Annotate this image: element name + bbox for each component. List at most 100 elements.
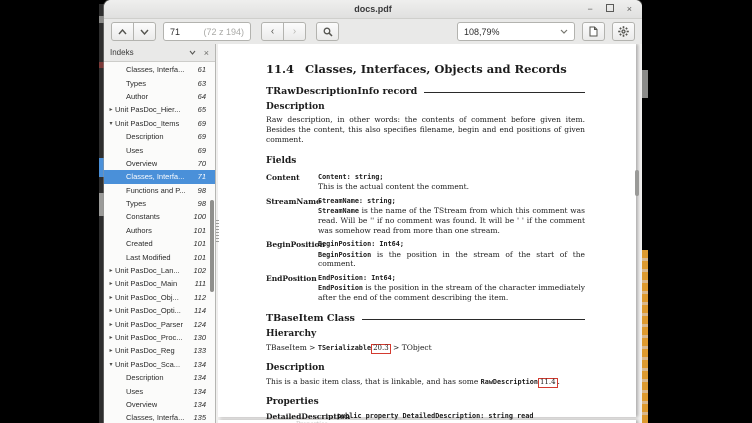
- sidebar-item-page: 135: [193, 413, 215, 422]
- record-title: TRawDescriptionInfo record: [266, 86, 417, 98]
- previous-page-button[interactable]: [111, 22, 134, 41]
- hierarchy-heading: Hierarchy: [266, 329, 585, 341]
- expander-collapsed-icon[interactable]: ▸: [107, 294, 115, 301]
- sidebar-item[interactable]: ▸Unit PasDoc_Opti...114: [104, 304, 215, 317]
- document-scrollbar-thumb[interactable]: [635, 170, 639, 196]
- inline-code: StreamName: [318, 207, 359, 215]
- sidebar-item-label: Classes, Interfa...: [126, 172, 184, 181]
- sidebar-item[interactable]: Types98: [104, 197, 215, 210]
- sidebar-item-label: Unit PasDoc_Obj...: [115, 293, 179, 302]
- sidebar-item-page: 124: [193, 320, 215, 329]
- history-back-button[interactable]: ‹: [261, 22, 284, 41]
- sidebar-item-page: 69: [198, 132, 215, 141]
- sidebar-item[interactable]: Uses69: [104, 143, 215, 156]
- field-name: Content: [266, 173, 318, 192]
- expander-expanded-icon[interactable]: ▾: [107, 120, 115, 127]
- zoom-level-select[interactable]: 108,79%: [457, 22, 575, 41]
- fields-table: Content Content: string; This is the act…: [266, 173, 585, 303]
- search-icon: [323, 27, 333, 37]
- sidebar-item[interactable]: ▸Unit PasDoc_Obj...112: [104, 291, 215, 304]
- expander-collapsed-icon[interactable]: ▸: [107, 106, 115, 113]
- history-forward-button[interactable]: ›: [283, 22, 306, 41]
- sidebar-mode-label[interactable]: Indeks: [110, 48, 134, 57]
- document-view[interactable]: 11.4 Classes, Interfaces, Objects and Re…: [216, 44, 642, 423]
- sidebar-item-label: Types: [126, 199, 146, 208]
- window-body: Indeks × Classes, Interfa...61Types63Aut…: [104, 44, 642, 423]
- expander-collapsed-icon[interactable]: ▸: [107, 307, 115, 314]
- expander-collapsed-icon[interactable]: ▸: [107, 321, 115, 328]
- field-signature: StreamName: string;: [318, 197, 585, 205]
- sidebar-item[interactable]: Description134: [104, 371, 215, 384]
- sidebar-item[interactable]: ▾Unit PasDoc_Items69: [104, 117, 215, 130]
- menu-button[interactable]: [612, 22, 635, 41]
- toolbar: (72 z 194) ‹ › 108,79%: [104, 19, 642, 45]
- sidebar-item[interactable]: Overview70: [104, 157, 215, 170]
- sidebar-item[interactable]: Last Modified101: [104, 250, 215, 263]
- sidebar-item[interactable]: ▾Unit PasDoc_Sca...134: [104, 358, 215, 371]
- sidebar-item[interactable]: Created101: [104, 237, 215, 250]
- next-page-button[interactable]: [133, 22, 156, 41]
- page-number-entry[interactable]: (72 z 194): [163, 22, 251, 41]
- pane-splitter-handle[interactable]: [216, 220, 219, 244]
- sidebar-close-button[interactable]: ×: [204, 48, 209, 58]
- expander-collapsed-icon[interactable]: ▸: [107, 334, 115, 341]
- titlebar[interactable]: docs.pdf − ×: [104, 0, 642, 19]
- page-number-input[interactable]: [170, 27, 190, 37]
- sidebar-item-label: Unit PasDoc_Parser: [115, 320, 183, 329]
- sidebar-item-page: 71: [198, 172, 215, 181]
- section-link[interactable]: 20.3: [371, 344, 391, 353]
- sidebar-item[interactable]: Classes, Interfa... 71: [104, 170, 215, 183]
- sidebar-item[interactable]: ▸Unit PasDoc_Hier...65: [104, 103, 215, 116]
- sidebar-item-label: Unit PasDoc_Lan...: [115, 266, 180, 275]
- field-name: EndPosition: [266, 274, 318, 303]
- sidebar-item[interactable]: Classes, Interfa...61: [104, 63, 215, 76]
- sidebar-scrollbar-thumb[interactable]: [210, 200, 214, 292]
- sidebar-item[interactable]: Types63: [104, 76, 215, 89]
- properties-heading: Properties: [266, 397, 585, 409]
- field-desc-text: is the name of the TStream from which th…: [318, 206, 585, 234]
- page-count-hint: (72 z 194): [203, 27, 244, 37]
- sidebar-item[interactable]: Constants100: [104, 210, 215, 223]
- sidebar-item[interactable]: Authors101: [104, 224, 215, 237]
- inline-code: RawDescription: [481, 378, 538, 386]
- expander-collapsed-icon[interactable]: ▸: [107, 267, 115, 274]
- maximize-button[interactable]: [606, 4, 614, 14]
- sidebar-item-label: Author: [126, 92, 148, 101]
- close-button[interactable]: ×: [627, 5, 632, 14]
- sidebar-item[interactable]: Uses134: [104, 384, 215, 397]
- sidebar-item[interactable]: ▸Unit PasDoc_Proc...130: [104, 331, 215, 344]
- minimize-button[interactable]: −: [587, 5, 592, 14]
- sidebar-item[interactable]: ▸Unit PasDoc_Reg133: [104, 344, 215, 357]
- section-title: Classes, Interfaces, Objects and Records: [305, 62, 567, 77]
- sidebar-item[interactable]: ▸Unit PasDoc_Lan...102: [104, 264, 215, 277]
- sidebar-item-page: 133: [193, 346, 215, 355]
- sidebar-item-label: Unit PasDoc_Proc...: [115, 333, 183, 342]
- hierarchy-text: TBaseItem >: [266, 343, 318, 352]
- expander-collapsed-icon[interactable]: ▸: [107, 347, 115, 354]
- sidebar-item-label: Overview: [126, 400, 157, 409]
- sidebar-item[interactable]: Overview 134: [104, 398, 215, 411]
- sidebar-item[interactable]: ▸Unit PasDoc_Main111: [104, 277, 215, 290]
- chevron-down-icon[interactable]: [189, 50, 196, 55]
- sidebar-item[interactable]: Description 69: [104, 130, 215, 143]
- sidebar-item-label: Uses: [126, 387, 143, 396]
- sidebar-item-page: 134: [193, 400, 215, 409]
- annotations-button[interactable]: [582, 22, 605, 41]
- section-number: 11.4: [266, 62, 294, 77]
- sidebar-item[interactable]: ▸Unit PasDoc_Parser 124: [104, 317, 215, 330]
- expander-expanded-icon[interactable]: ▾: [107, 361, 115, 368]
- sidebar-item-page: 114: [194, 306, 215, 315]
- expander-collapsed-icon[interactable]: ▸: [107, 280, 115, 287]
- section-link[interactable]: 11.4: [538, 378, 558, 387]
- sidebar-item[interactable]: Author64: [104, 90, 215, 103]
- window-title: docs.pdf: [354, 4, 392, 14]
- search-button[interactable]: [316, 22, 339, 41]
- sidebar-item-label: Unit PasDoc_Items: [115, 119, 179, 128]
- desktop: docs.pdf − × (72 z 194) ‹: [0, 0, 752, 423]
- sidebar-item[interactable]: Classes, Interfa...135: [104, 411, 215, 423]
- sidebar-item-label: Description: [126, 132, 164, 141]
- sidebar-item[interactable]: Functions and P...98: [104, 184, 215, 197]
- description-heading: Description: [266, 363, 585, 375]
- pdf-viewer-window: docs.pdf − × (72 z 194) ‹: [104, 0, 642, 423]
- sidebar-item-page: 70: [198, 159, 215, 168]
